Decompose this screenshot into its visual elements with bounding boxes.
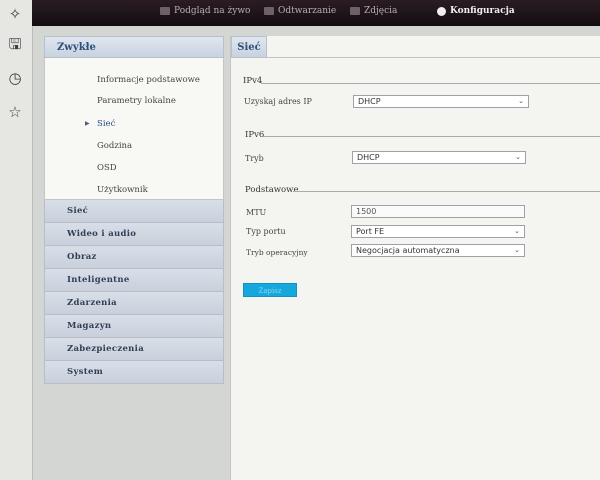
nav-pictures-label: Zdjęcia [364,6,398,16]
submenu-basic: Informacje podstawowe Parametry lokalne … [44,58,224,200]
tab-network[interactable]: Sieć [231,36,267,58]
section-title-ipv6: IPv6 [245,130,265,140]
nav-configuration-label: Konfiguracja [450,6,515,16]
save-icon[interactable]: 🖫 [5,35,25,56]
operation-mode-select[interactable]: Negocjacja automatyczna ⌄ [351,244,525,257]
mtu-input[interactable]: 1500 [351,205,525,218]
nav-playback[interactable]: Odtwarzanie [264,4,336,18]
monitor-icon [160,7,170,15]
menu-header-basic[interactable]: Zwykłe [44,36,224,58]
extensions-icon[interactable]: ✧ [5,4,25,24]
section-line-ipv6 [263,136,600,137]
nav-playback-label: Odtwarzanie [278,6,337,16]
menu-section-storage[interactable]: Magazyn [44,315,224,338]
star-icon[interactable]: ☆ [5,102,25,122]
section-line-basic [293,191,600,192]
section-line-ipv4 [261,83,600,84]
ipv4-label: Uzyskaj adres IP [244,97,312,106]
mtu-value: 1500 [356,207,377,216]
chevron-down-icon: ⌄ [515,153,521,161]
nav-configuration[interactable]: Konfiguracja [437,4,515,18]
port-type-select[interactable]: Port FE ⌄ [351,225,525,238]
chevron-down-icon: ⌄ [514,227,520,235]
submenu-item-user[interactable]: Użytkownik [97,185,148,195]
menu-section-system[interactable]: System [44,361,224,384]
film-icon [264,7,274,15]
ipv6-mode-select[interactable]: DHCP ⌄ [352,151,526,164]
port-type-label: Typ portu [246,227,286,236]
menu-section-image[interactable]: Obraz [44,246,224,269]
config-menu: Zwykłe Informacje podstawowe Parametry l… [44,36,224,384]
save-button[interactable]: Zapisz [243,283,297,297]
menu-section-security[interactable]: Zabezpieczenia [44,338,224,361]
submenu-item-basic-info[interactable]: Informacje podstawowe [97,75,200,85]
tab-divider [267,57,600,58]
selected-arrow-icon: ▶ [85,120,90,127]
operation-mode-label: Tryb operacyjny [246,248,308,257]
nav-live-view-label: Podgląd na żywo [174,6,251,16]
chevron-down-icon: ⌄ [514,246,520,254]
section-title-ipv4: IPv4 [243,76,263,86]
menu-section-video-audio[interactable]: Wideo i audio [44,223,224,246]
history-clock-icon[interactable]: ◷ [5,68,25,88]
ipv4-mode-value: DHCP [358,97,381,106]
top-nav-bar: Podgląd na żywo Odtwarzanie Zdjęcia Konf… [32,0,600,26]
port-type-value: Port FE [356,227,385,236]
menu-section-network[interactable]: Sieć [44,200,224,223]
submenu-item-time[interactable]: Godzina [97,141,132,151]
ipv4-mode-select[interactable]: DHCP ⌄ [353,95,529,108]
ipv6-mode-value: DHCP [357,153,380,162]
submenu-item-osd[interactable]: OSD [97,163,117,173]
operation-mode-value: Negocjacja automatyczna [356,246,460,255]
nav-live-view[interactable]: Podgląd na żywo [160,4,250,18]
submenu-item-local-params[interactable]: Parametry lokalne [97,96,176,106]
section-title-basic: Podstawowe [245,185,299,195]
nav-pictures[interactable]: Zdjęcia [350,4,397,18]
chevron-down-icon: ⌄ [518,97,524,105]
menu-section-intelligent[interactable]: Inteligentne [44,269,224,292]
browser-sidebar: ✧ 🖫 ◷ ☆ [0,0,33,480]
mtu-label: MTU [246,208,267,217]
gear-icon [437,6,446,16]
ipv6-label: Tryb [245,154,264,163]
submenu-item-network[interactable]: Sieć [97,119,115,129]
menu-section-events[interactable]: Zdarzenia [44,292,224,315]
picture-icon [350,7,360,15]
main-panel: Sieć IPv4 Uzyskaj adres IP DHCP ⌄ IPv6 T… [230,36,600,480]
